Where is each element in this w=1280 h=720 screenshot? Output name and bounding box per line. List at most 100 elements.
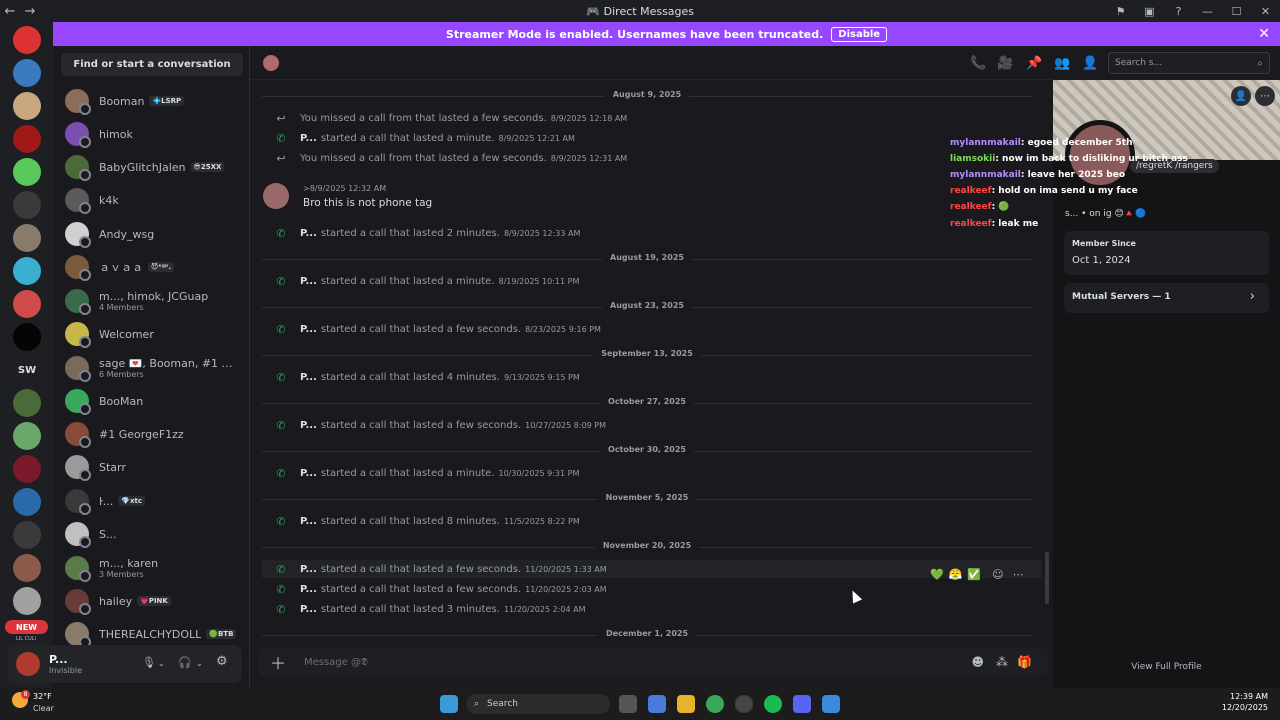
clock[interactable]: 12:39 AM 12/20/2025 bbox=[1222, 692, 1268, 712]
caller-name[interactable]: P... bbox=[300, 133, 317, 144]
dm-item[interactable]: #1 GeorgeF1zz bbox=[61, 419, 243, 449]
apps-icon[interactable]: ⁂ bbox=[996, 655, 1008, 669]
pin-icon[interactable]: 📌 bbox=[1026, 56, 1042, 71]
headset-icon[interactable]: 🎧 bbox=[178, 656, 192, 669]
server-icon[interactable] bbox=[13, 389, 41, 417]
help-icon[interactable]: ? bbox=[1164, 5, 1193, 18]
dm-item[interactable]: BooMan bbox=[61, 386, 243, 416]
dm-item[interactable]: sage 💌, Booman, #1 George...6 Members bbox=[61, 353, 243, 383]
dm-item[interactable]: Booman 💠LSRP bbox=[61, 86, 243, 116]
caller-name[interactable]: P... bbox=[300, 420, 317, 431]
dm-item[interactable]: m..., karen 3 Members bbox=[61, 553, 243, 583]
add-reaction-icon[interactable]: ☺ bbox=[992, 568, 1003, 581]
dm-item[interactable]: ŀ... 💎xtc bbox=[61, 486, 243, 516]
find-conversation-button[interactable]: Find or start a conversation bbox=[61, 53, 243, 76]
caller-name[interactable]: P... bbox=[300, 584, 317, 595]
server-icon[interactable] bbox=[13, 158, 41, 186]
flag-icon[interactable]: ⚑ bbox=[1106, 5, 1135, 18]
reaction-check[interactable]: ✅ bbox=[967, 568, 981, 581]
caller-name[interactable]: P... bbox=[300, 468, 317, 479]
disable-streamer-button[interactable]: Disable bbox=[831, 26, 888, 42]
taskbar-search-input[interactable]: ⌕ Search bbox=[466, 694, 610, 714]
new-badge[interactable]: NEW bbox=[5, 620, 48, 634]
video-call-icon[interactable]: 🎥 bbox=[997, 56, 1013, 71]
add-friend-icon[interactable]: 👤 bbox=[1231, 86, 1251, 106]
caller-name[interactable]: P... bbox=[300, 516, 317, 527]
dm-item[interactable]: himok bbox=[61, 119, 243, 149]
close-window-button[interactable]: ✕ bbox=[1251, 5, 1280, 18]
dm-item[interactable]: Andy_wsg bbox=[61, 219, 243, 249]
server-sw[interactable]: SW bbox=[13, 356, 41, 384]
server-icon[interactable] bbox=[13, 455, 41, 483]
voice-call-icon[interactable]: 📞 bbox=[970, 56, 986, 71]
server-icon[interactable] bbox=[13, 92, 41, 120]
avatar[interactable] bbox=[16, 652, 40, 676]
chevron-down-icon[interactable]: ⌄ bbox=[158, 659, 165, 668]
server-icon[interactable] bbox=[13, 191, 41, 219]
caller-name[interactable]: P... bbox=[300, 228, 317, 239]
caller-name[interactable]: P... bbox=[300, 276, 317, 287]
server-icon[interactable] bbox=[13, 125, 41, 153]
server-icon[interactable] bbox=[13, 323, 41, 351]
close-icon[interactable]: ✕ bbox=[1258, 26, 1270, 42]
caller-name[interactable]: P... bbox=[300, 564, 317, 575]
dm-item[interactable]: ａｖａａ 😈ᵉᵍᵖ. bbox=[61, 252, 243, 282]
avatar[interactable] bbox=[263, 183, 289, 209]
server-icon[interactable] bbox=[13, 587, 41, 615]
add-attachment-icon[interactable]: ＋ bbox=[270, 650, 286, 674]
discord-icon[interactable] bbox=[793, 695, 811, 713]
more-options-icon[interactable]: ⋯ bbox=[1013, 568, 1024, 581]
server-icon[interactable] bbox=[13, 422, 41, 450]
caller-name[interactable]: P... bbox=[300, 372, 317, 383]
server-icon[interactable] bbox=[13, 521, 41, 549]
caller-name[interactable]: P... bbox=[300, 604, 317, 615]
day-divider: October 27, 2025 bbox=[262, 397, 1032, 406]
search-input[interactable]: Search s... ⌕ bbox=[1108, 52, 1270, 74]
minimize-button[interactable]: — bbox=[1193, 5, 1222, 18]
app-icon[interactable] bbox=[822, 695, 840, 713]
start-icon[interactable] bbox=[440, 695, 458, 713]
add-friends-icon[interactable]: 👥 bbox=[1054, 56, 1070, 71]
dm-item[interactable]: k4k bbox=[61, 185, 243, 215]
message-input[interactable]: Message @𝕯 bbox=[304, 657, 368, 668]
dm-item[interactable]: Starr bbox=[61, 452, 243, 482]
dm-item[interactable]: hailey 💗PINK bbox=[61, 586, 243, 616]
chrome-icon[interactable] bbox=[706, 695, 724, 713]
recipient-avatar[interactable] bbox=[263, 54, 279, 71]
sticker-icon[interactable]: ☻ bbox=[971, 655, 984, 669]
dm-item[interactable]: BabyGlitchJalen 😎25XX bbox=[61, 152, 243, 182]
server-icon[interactable] bbox=[13, 290, 41, 318]
dm-item[interactable]: m..., himok, JCGuap 4 Members bbox=[61, 286, 243, 316]
chevron-down-icon[interactable]: ⌄ bbox=[196, 659, 203, 668]
reaction-face[interactable]: 😤 bbox=[949, 568, 963, 581]
copilot-icon[interactable] bbox=[648, 695, 666, 713]
reaction-green-heart[interactable]: 💚 bbox=[930, 568, 944, 581]
caller-name[interactable]: P... bbox=[300, 324, 317, 335]
server-icon[interactable] bbox=[13, 224, 41, 252]
task-view-icon[interactable] bbox=[619, 695, 637, 713]
view-full-profile-link[interactable]: View Full Profile bbox=[1053, 662, 1280, 672]
home-button[interactable] bbox=[13, 26, 41, 54]
file-explorer-icon[interactable] bbox=[677, 695, 695, 713]
call-log-row[interactable]: ✆ P... started a call that lasted a few se… bbox=[262, 560, 1042, 578]
server-icon[interactable] bbox=[13, 59, 41, 87]
time: 12:39 AM bbox=[1230, 692, 1268, 701]
gift-icon[interactable]: 🎁 bbox=[1017, 655, 1032, 669]
dm-item[interactable]: S... bbox=[61, 519, 243, 549]
mutual-servers-card[interactable]: Mutual Servers — 1 › bbox=[1064, 283, 1269, 313]
server-icon[interactable] bbox=[13, 257, 41, 285]
message-composer[interactable]: ＋ Message @𝕯 ☻ ⁂ 🎁 bbox=[258, 648, 1048, 676]
user-profile-icon[interactable]: 👤 bbox=[1082, 56, 1098, 71]
server-icon[interactable] bbox=[13, 488, 41, 516]
microphone-icon[interactable]: 🎙 bbox=[142, 656, 156, 669]
screen-icon[interactable]: ▣ bbox=[1135, 5, 1164, 18]
dm-item[interactable]: Welcomer bbox=[61, 319, 243, 349]
settings-gear-icon[interactable]: ⚙ bbox=[216, 654, 228, 669]
more-icon[interactable]: ⋯ bbox=[1255, 86, 1275, 106]
dm-item-text: hailey 💗PINK bbox=[99, 595, 171, 608]
spotify-icon[interactable] bbox=[764, 695, 782, 713]
app-icon[interactable] bbox=[735, 695, 753, 713]
scrollbar-thumb[interactable] bbox=[1045, 552, 1049, 604]
server-icon[interactable] bbox=[13, 554, 41, 582]
maximize-button[interactable]: ☐ bbox=[1222, 5, 1251, 18]
